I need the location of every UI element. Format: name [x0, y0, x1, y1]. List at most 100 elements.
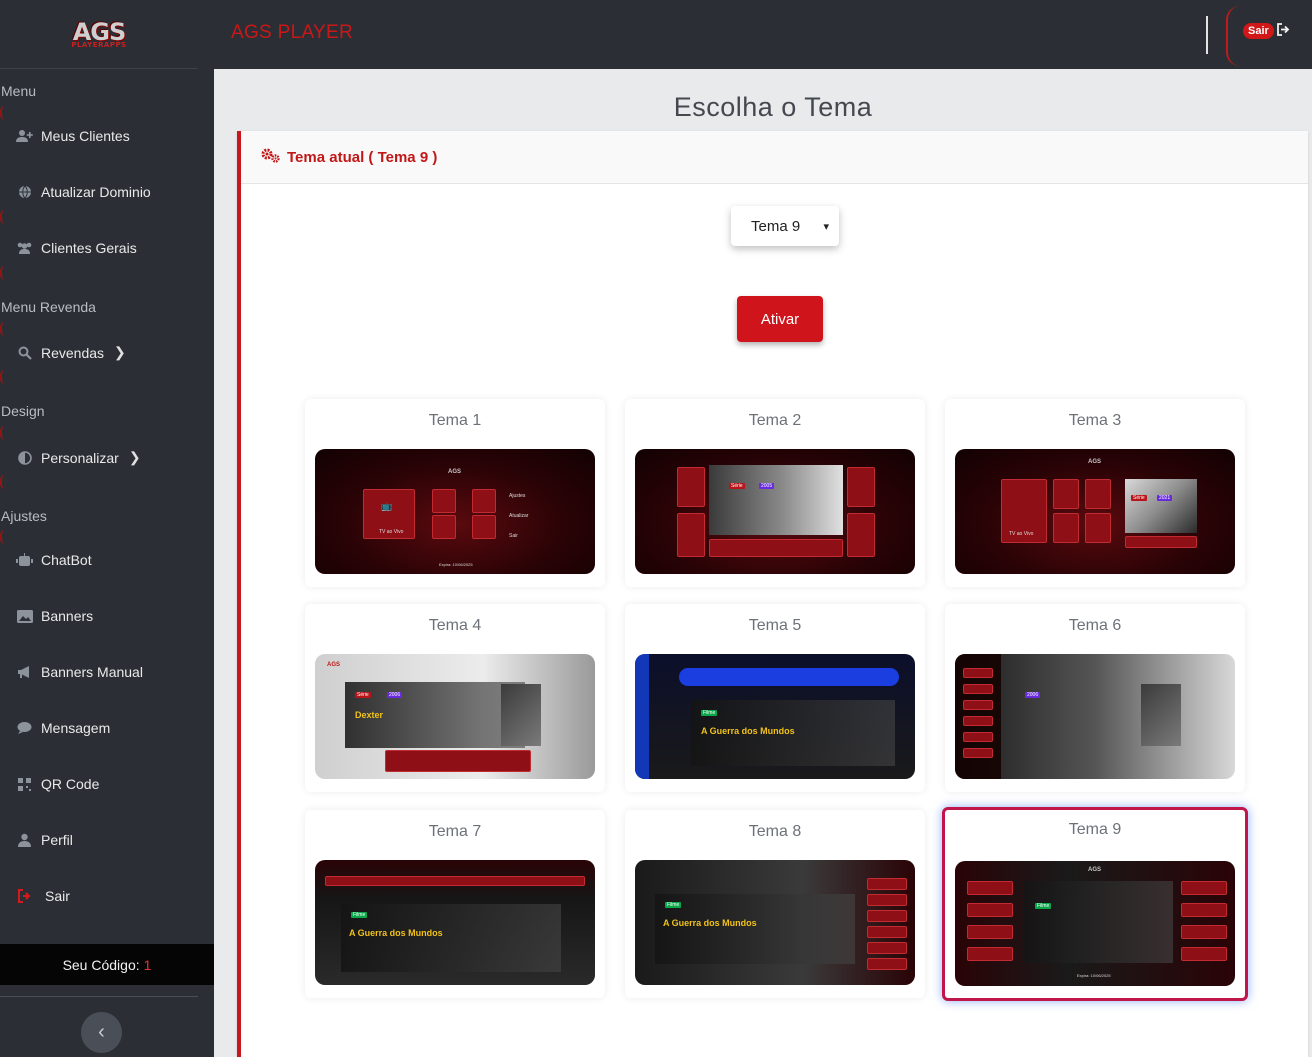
- megaphone-icon: [16, 665, 33, 679]
- preview-tile: [1053, 513, 1079, 543]
- theme-preview-4: AGS Série 2006 Dexter: [315, 654, 595, 779]
- gears-icon: [261, 148, 281, 167]
- sidebar-item-label: Atualizar Dominio: [41, 184, 151, 200]
- preview-poster: [501, 684, 541, 746]
- sidebar-item-perfil[interactable]: Perfil: [16, 832, 73, 848]
- theme-preview-6: 2006: [955, 654, 1235, 779]
- preview-tile: [967, 881, 1013, 895]
- theme-name: Tema 5: [748, 617, 802, 634]
- theme-preview-1: AGS 📺 TV ao Vivo Ajustes Atualizar Sair …: [315, 449, 595, 574]
- preview-logo: AGS: [1088, 867, 1102, 873]
- theme-preview-3: AGS TV ao Vivo Série 2021: [955, 449, 1235, 574]
- preview-banner-image: [1125, 479, 1197, 533]
- theme-select[interactable]: Tema 9 ▾: [731, 206, 839, 246]
- preview-tile: [867, 926, 907, 938]
- preview-menu-strip: [1125, 536, 1197, 548]
- qrcode-icon: [16, 777, 33, 791]
- sidebar-item-banners[interactable]: Banners: [16, 608, 93, 624]
- sidebar-item-clientes-gerais[interactable]: Clientes Gerais: [16, 240, 137, 256]
- sidebar-item-qr-code[interactable]: QR Code: [16, 776, 99, 792]
- chevron-right-icon: ❯: [128, 449, 141, 465]
- chevron-left-icon: ‹: [98, 1021, 105, 1043]
- sidebar-item-personalizar[interactable]: Personalizar ❯: [16, 449, 141, 466]
- preview-tile: [1181, 903, 1227, 917]
- search-icon: [16, 346, 33, 360]
- logo[interactable]: AGS PLAYERAPPS: [71, 20, 126, 49]
- user-code-value: 1: [143, 956, 152, 973]
- preview-logo: AGS: [448, 469, 462, 475]
- theme-option-2[interactable]: Tema 2 Série 2005: [625, 399, 925, 587]
- preview-info-panel: [655, 894, 855, 964]
- preview-top-nav: [679, 668, 899, 686]
- nav-accent: [0, 475, 5, 489]
- theme-preview-9: AGS Filme Expira: 10/06/2025: [955, 861, 1235, 986]
- preview-tile: [1181, 947, 1227, 961]
- users-icon: [16, 241, 33, 255]
- sidebar-item-meus-clientes[interactable]: Meus Clientes: [16, 128, 130, 144]
- preview-tile: [967, 925, 1013, 939]
- sidebar-item-banners-manual[interactable]: Banners Manual: [16, 664, 143, 680]
- activate-button[interactable]: Ativar: [737, 296, 823, 342]
- theme-option-5[interactable]: Tema 5 Filme A Guerra dos Mundos: [625, 604, 925, 792]
- preview-menu-strip: [385, 750, 531, 772]
- sidebar-item-chatbot[interactable]: ChatBot: [16, 552, 92, 568]
- preview-tile: [867, 942, 907, 954]
- preview-tile: [847, 467, 875, 507]
- comment-icon: [16, 721, 33, 735]
- sidebar-item-label: Personalizar: [41, 449, 119, 466]
- theme-option-3[interactable]: Tema 3 AGS TV ao Vivo Série 2021: [945, 399, 1245, 587]
- sidebar-collapse-button[interactable]: ‹: [81, 1012, 122, 1053]
- section-menu: Menu: [1, 83, 37, 99]
- logout-icon: [16, 889, 33, 903]
- sidebar-item-revendas[interactable]: Revendas ❯: [16, 344, 126, 361]
- preview-info-panel: [1023, 881, 1173, 963]
- theme-name: Tema 3: [1068, 412, 1122, 429]
- logout-badge: Sair: [1243, 23, 1274, 39]
- sidebar-item-label: Sair: [45, 888, 70, 904]
- preview-tile: [1053, 479, 1079, 509]
- sidebar-item-atualizar-dominio[interactable]: Atualizar Dominio: [16, 184, 151, 200]
- preview-tile: [867, 958, 907, 970]
- preview-tile: [967, 903, 1013, 917]
- sidebar-item-label: Mensagem: [41, 720, 111, 736]
- sidebar-item-label: Clientes Gerais: [41, 240, 137, 256]
- sidebar-item-mensagem[interactable]: Mensagem: [16, 720, 110, 736]
- preview-logo: AGS: [1088, 459, 1102, 465]
- preview-info-panel: [341, 904, 561, 972]
- theme-option-4[interactable]: Tema 4 AGS Série 2006 Dexter: [305, 604, 605, 792]
- nav-accent: [0, 322, 5, 336]
- preview-tile: [963, 732, 993, 742]
- preview-tile: [963, 748, 993, 758]
- preview-chip: 2006: [387, 692, 403, 698]
- theme-option-1[interactable]: Tema 1 AGS 📺 TV ao Vivo Ajustes Atualiza…: [305, 399, 605, 587]
- preview-tile: [472, 489, 496, 513]
- sidebar-item-sair[interactable]: Sair: [16, 888, 70, 904]
- preview-tile: [963, 684, 993, 694]
- preview-menu-strip: [709, 539, 843, 557]
- preview-logo: AGS: [327, 662, 341, 668]
- preview-tile: [1181, 881, 1227, 895]
- preview-title: A Guerra dos Mundos: [349, 928, 443, 938]
- app-title: AGS PLAYER: [231, 22, 353, 43]
- theme-option-9[interactable]: Tema 9 AGS Filme Expira: 10/06/2025: [942, 807, 1248, 1001]
- nav-accent: [0, 210, 5, 224]
- user-plus-icon: [16, 129, 33, 143]
- user-code-bar: Seu Código: 1: [0, 944, 214, 985]
- preview-tile: [472, 515, 496, 539]
- theme-name: Tema 2: [748, 412, 802, 429]
- chevron-right-icon: ❯: [114, 344, 126, 360]
- section-design: Design: [1, 403, 45, 419]
- theme-option-8[interactable]: Tema 8 Filme A Guerra dos Mundos: [625, 810, 925, 998]
- logout-button[interactable]: Sair: [1243, 23, 1291, 39]
- preview-tile: [963, 700, 993, 710]
- preview-text: TV ao Vivo: [379, 529, 404, 535]
- preview-banner-image: [709, 465, 843, 535]
- theme-select-value: Tema 9: [751, 217, 801, 235]
- topbar: AGS PLAYER Sair: [214, 0, 1312, 69]
- theme-name: Tema 4: [428, 617, 482, 634]
- sidebar-divider: [0, 996, 198, 997]
- theme-option-7[interactable]: Tema 7 Filme A Guerra dos Mundos: [305, 810, 605, 998]
- theme-option-6[interactable]: Tema 6 2006: [945, 604, 1245, 792]
- nav-accent: [0, 266, 5, 280]
- preview-tile: [867, 878, 907, 890]
